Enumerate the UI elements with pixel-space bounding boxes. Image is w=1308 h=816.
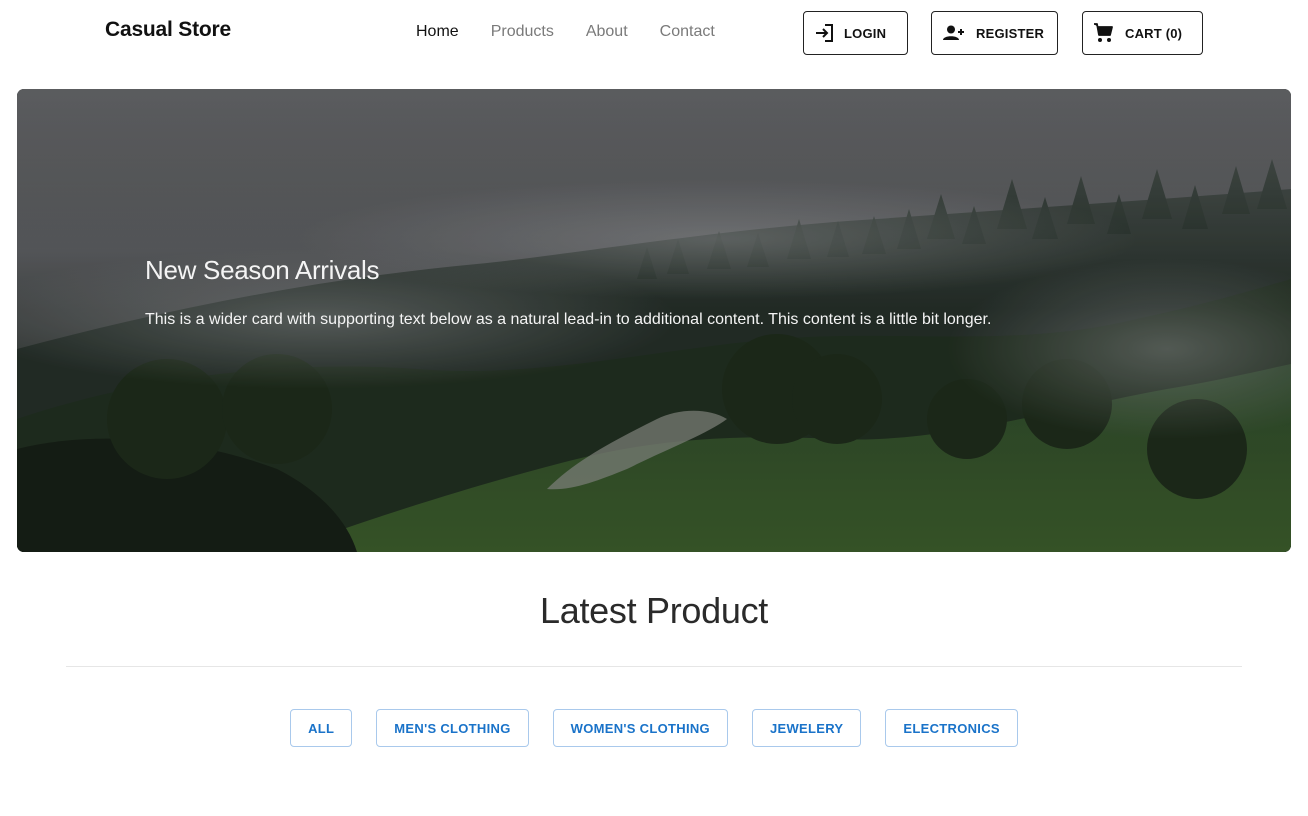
- nav-links: Home Products About Contact: [400, 22, 731, 42]
- nav-link-contact[interactable]: Contact: [644, 22, 731, 42]
- login-button[interactable]: LOGIN: [803, 11, 908, 55]
- filter-womens-clothing-button[interactable]: WOMEN'S CLOTHING: [552, 709, 728, 747]
- nav-link-home[interactable]: Home: [400, 22, 475, 42]
- nav-link-about[interactable]: About: [570, 22, 644, 42]
- cart-icon: [1094, 23, 1113, 42]
- hero-text: This is a wider card with supporting tex…: [145, 311, 992, 328]
- section-title: Latest Product: [540, 590, 768, 631]
- hero-banner: New Season Arrivals This is a wider card…: [17, 89, 1291, 552]
- filter-all-button[interactable]: ALL: [290, 709, 353, 747]
- divider: [66, 666, 1242, 667]
- cart-label: CART (0): [1125, 25, 1183, 41]
- person-add-icon: [943, 25, 964, 40]
- nav-buttons: LOGIN REGISTER CART (0): [803, 11, 1203, 55]
- register-button[interactable]: REGISTER: [931, 11, 1058, 55]
- login-icon: [816, 24, 833, 42]
- cart-button[interactable]: CART (0): [1082, 11, 1203, 55]
- hero-title: New Season Arrivals: [145, 255, 380, 285]
- filter-jewelery-button[interactable]: JEWELERY: [751, 709, 862, 747]
- login-label: LOGIN: [844, 25, 887, 41]
- brand-logo[interactable]: Casual Store: [105, 18, 231, 42]
- navbar: Casual Store Home Products About Contact…: [0, 0, 1308, 64]
- nav-link-products[interactable]: Products: [475, 22, 570, 42]
- register-label: REGISTER: [976, 25, 1045, 41]
- category-filters: ALL MEN'S CLOTHING WOMEN'S CLOTHING JEWE…: [0, 709, 1308, 747]
- filter-electronics-button[interactable]: ELECTRONICS: [885, 709, 1018, 747]
- filter-mens-clothing-button[interactable]: MEN'S CLOTHING: [376, 709, 529, 747]
